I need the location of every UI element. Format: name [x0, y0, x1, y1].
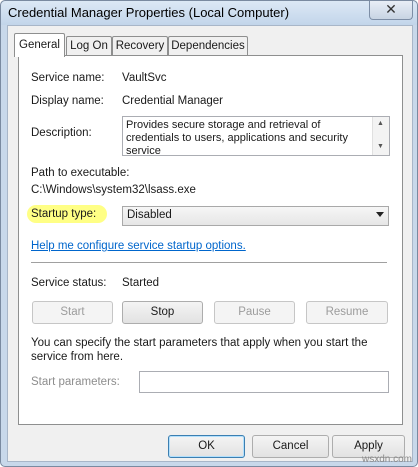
- startup-type-value: Disabled: [127, 209, 172, 221]
- description-textbox[interactable]: Provides secure storage and retrieval of…: [122, 116, 390, 157]
- description-label: Description:: [31, 127, 92, 139]
- tab-dependencies[interactable]: Dependencies: [168, 36, 248, 56]
- close-icon: ✕: [385, 1, 397, 17]
- description-scrollbar[interactable]: ▲ ▼: [372, 117, 389, 155]
- service-name-value: VaultSvc: [122, 72, 167, 84]
- tab-recovery[interactable]: Recovery: [112, 36, 168, 56]
- cancel-button[interactable]: Cancel: [252, 435, 329, 458]
- resume-button[interactable]: Resume: [306, 301, 388, 324]
- startup-type-select[interactable]: Disabled: [122, 206, 389, 226]
- chevron-down-icon: [376, 212, 384, 217]
- general-panel: Service name: VaultSvc Display name: Cre…: [18, 55, 403, 425]
- close-button[interactable]: ✕: [369, 1, 413, 20]
- display-name-label: Display name:: [31, 95, 104, 107]
- service-name-label: Service name:: [31, 72, 105, 84]
- service-status-label: Service status:: [31, 277, 107, 289]
- path-value: C:\Windows\system32\lsass.exe: [31, 184, 196, 196]
- scroll-down-icon[interactable]: ▼: [377, 143, 384, 150]
- description-text: Provides secure storage and retrieval of…: [126, 119, 348, 157]
- start-button[interactable]: Start: [32, 301, 113, 324]
- start-parameters-label: Start parameters:: [31, 376, 120, 388]
- help-configure-link[interactable]: Help me configure service startup option…: [31, 240, 246, 252]
- tab-general[interactable]: General: [14, 33, 65, 57]
- properties-window: Credential Manager Properties (Local Com…: [0, 0, 418, 467]
- dialog-client: General Log On Recovery Dependencies Ser…: [7, 25, 413, 462]
- ok-button[interactable]: OK: [168, 435, 245, 458]
- start-parameters-input[interactable]: [139, 371, 389, 393]
- pause-button[interactable]: Pause: [214, 301, 295, 324]
- stop-button[interactable]: Stop: [122, 301, 203, 324]
- tab-log-on[interactable]: Log On: [66, 36, 112, 56]
- scroll-up-icon[interactable]: ▲: [377, 120, 384, 127]
- divider: [31, 262, 387, 264]
- title-bar[interactable]: Credential Manager Properties (Local Com…: [1, 1, 417, 25]
- start-parameters-note: You can specify the start parameters tha…: [31, 337, 368, 363]
- service-status-value: Started: [122, 277, 160, 289]
- watermark-text: wsxdn.com: [361, 454, 412, 465]
- path-label: Path to executable:: [31, 167, 130, 179]
- startup-type-label: Startup type:: [31, 208, 97, 220]
- display-name-value: Credential Manager: [122, 95, 224, 107]
- window-title: Credential Manager Properties (Local Com…: [8, 5, 290, 20]
